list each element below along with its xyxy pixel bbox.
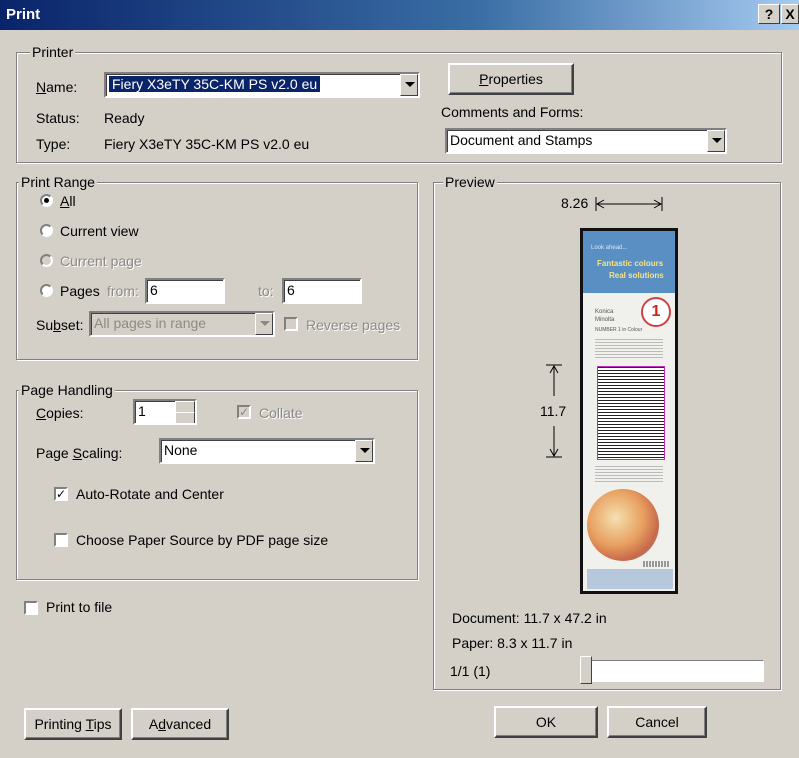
copies-label: Copies: [36, 405, 84, 421]
ok-button[interactable]: OK [494, 706, 598, 738]
printer-name-label: Name: [36, 79, 78, 95]
page-counter: 1/1 (1) [450, 663, 491, 679]
pages-to-input[interactable]: 6 [282, 278, 362, 304]
reverse-pages-label: Reverse pages [306, 317, 401, 333]
collate-checkbox: ✓ [237, 405, 251, 419]
page-scaling-select[interactable]: None [159, 438, 375, 464]
print-to-file-label[interactable]: Print to file [46, 598, 112, 616]
cancel-button[interactable]: Cancel [607, 706, 707, 738]
chevron-down-icon [255, 313, 273, 335]
comments-label: Comments and Forms: [441, 104, 584, 120]
reverse-pages-checkbox [284, 317, 298, 331]
radio-pages[interactable] [40, 284, 53, 297]
width-dimension-arrow [595, 197, 663, 211]
status-label: Status: [36, 110, 80, 126]
paper-source-checkbox[interactable] [54, 533, 68, 547]
printing-tips-button[interactable]: Printing Tips [24, 708, 122, 740]
height-dimension-arrow [546, 364, 562, 458]
paper-source-label[interactable]: Choose Paper Source by PDF page size [76, 531, 328, 549]
number-one-badge: 1 [641, 297, 671, 327]
auto-rotate-checkbox[interactable]: ✓ [54, 487, 68, 501]
window-title: Print [6, 6, 41, 23]
radio-current-view[interactable] [40, 224, 53, 237]
chevron-down-icon[interactable] [355, 440, 373, 462]
status-value: Ready [104, 110, 145, 126]
subset-select: All pages in range [89, 311, 275, 337]
title-bar: Print ? X [0, 0, 799, 30]
print-to-file-checkbox[interactable] [24, 601, 38, 615]
preview-label: Preview [443, 174, 497, 190]
radio-pages-label[interactable]: Pages [60, 282, 100, 300]
copies-spinner[interactable] [175, 401, 195, 423]
to-label: to: [258, 283, 274, 299]
pages-from-input[interactable]: 6 [145, 278, 225, 304]
auto-rotate-label[interactable]: Auto-Rotate and Center [76, 485, 224, 503]
text-block [597, 366, 665, 460]
thumbnail-header: Look ahead... Fantastic colours Real sol… [583, 231, 675, 293]
comments-forms-select[interactable]: Document and Stamps [445, 128, 727, 154]
radio-all-label[interactable]: All [60, 192, 76, 210]
preview-page-slider[interactable] [590, 660, 764, 682]
help-button[interactable]: ? [758, 4, 780, 24]
rubber-band-ball-image [587, 489, 659, 561]
collate-label: Collate [259, 405, 303, 421]
radio-current-view-label[interactable]: Current view [60, 222, 139, 240]
radio-current-page-label: Current page [60, 253, 142, 269]
printer-name-select[interactable]: Fiery X3eTY 35C-KM PS v2.0 eu [104, 72, 420, 98]
paper-size: Paper: 8.3 x 11.7 in [452, 635, 573, 651]
subset-label: Subset: [36, 317, 84, 333]
spin-down-icon[interactable] [175, 412, 195, 423]
properties-button[interactable]: Properties [448, 63, 574, 95]
type-value: Fiery X3eTY 35C-KM PS v2.0 eu [104, 136, 310, 152]
radio-current-page [40, 254, 53, 267]
chevron-down-icon[interactable] [707, 130, 725, 152]
advanced-button[interactable]: Advanced [131, 708, 229, 740]
print-range-label: Print Range [19, 174, 97, 190]
page-scaling-label: Page Scaling: [36, 445, 123, 461]
close-button[interactable]: X [781, 4, 799, 24]
preview-slider-thumb[interactable] [580, 656, 592, 684]
radio-all[interactable] [40, 194, 53, 207]
document-size: Document: 11.7 x 47.2 in [452, 610, 607, 626]
page-preview-thumbnail: Look ahead... Fantastic colours Real sol… [580, 228, 678, 594]
from-label: from: [107, 283, 139, 299]
chevron-down-icon[interactable] [400, 74, 418, 96]
type-label: Type: [36, 136, 71, 152]
page-handling-label: Page Handling [19, 382, 115, 398]
printer-group-label: Printer [30, 44, 76, 60]
copies-input[interactable]: 1 [133, 399, 197, 425]
preview-width-label: 8.26 [561, 195, 589, 211]
